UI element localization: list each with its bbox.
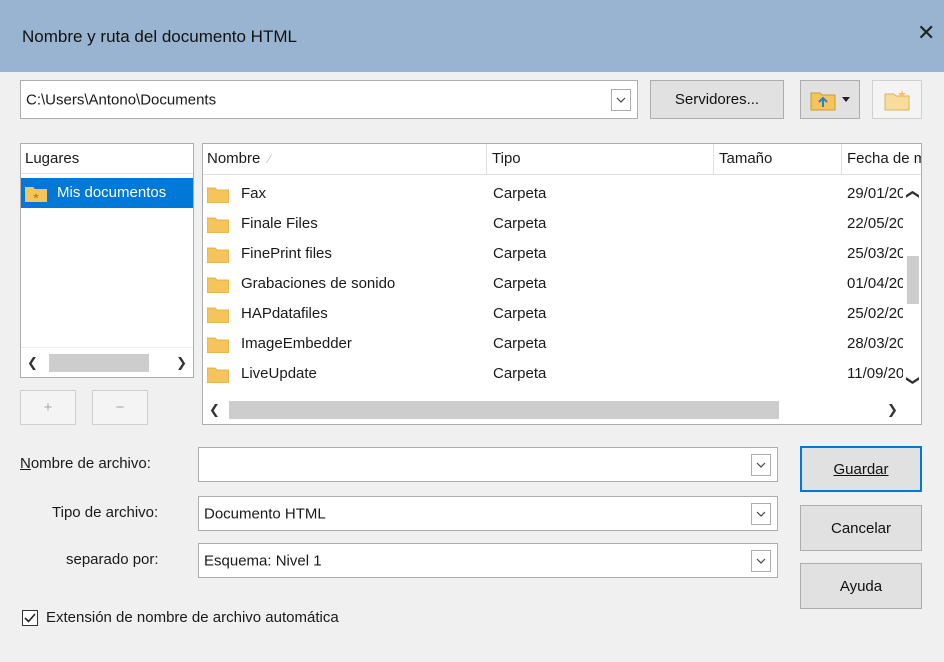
scroll-left-icon[interactable]: ❮ bbox=[27, 356, 38, 369]
scroll-right-icon[interactable]: ❯ bbox=[176, 356, 187, 369]
path-combobox[interactable]: C:\Users\Antono\Documents bbox=[20, 80, 638, 119]
scroll-up-icon[interactable]: ❮ bbox=[906, 189, 921, 200]
path-input[interactable]: C:\Users\Antono\Documents bbox=[26, 91, 216, 108]
places-panel: Lugares Mis documentos ❮ ❯ bbox=[20, 143, 194, 378]
file-type: Carpeta bbox=[493, 215, 547, 232]
file-row[interactable]: ImageEmbedder Carpeta 28/03/2019 bbox=[203, 329, 903, 359]
remove-icon: − bbox=[115, 399, 125, 416]
folder-icon bbox=[207, 307, 229, 323]
filename-combobox[interactable] bbox=[198, 447, 778, 482]
file-row[interactable]: Grabaciones de sonido Carpeta 01/04/2019 bbox=[203, 269, 903, 299]
files-panel: Nombre ⁄ Tipo Tamaño Fecha de modificaci… bbox=[202, 143, 922, 425]
remove-place-button[interactable]: − bbox=[92, 390, 148, 425]
files-vscrollbar[interactable]: ❮ ❯ bbox=[903, 178, 921, 396]
add-icon: + bbox=[43, 399, 53, 416]
file-date: 29/01/2019 bbox=[847, 185, 903, 202]
checkmark-icon bbox=[24, 613, 36, 623]
auto-extension-checkbox[interactable] bbox=[22, 610, 38, 626]
help-button[interactable]: Ayuda bbox=[800, 563, 922, 609]
servers-button-label: Servidores... bbox=[674, 91, 760, 108]
files-header: Nombre ⁄ Tipo Tamaño Fecha de modificaci… bbox=[203, 144, 921, 175]
places-hscrollbar[interactable]: ❮ ❯ bbox=[21, 347, 193, 377]
scroll-thumb[interactable] bbox=[49, 354, 149, 372]
chevron-down-icon[interactable] bbox=[611, 88, 631, 111]
file-date: 11/09/2019 bbox=[847, 365, 903, 382]
file-date: 28/03/2019 bbox=[847, 335, 903, 352]
column-size[interactable]: Tamaño bbox=[715, 144, 842, 174]
folder-icon bbox=[207, 337, 229, 353]
folder-icon bbox=[207, 217, 229, 233]
documents-folder-icon bbox=[25, 187, 47, 202]
column-type[interactable]: Tipo bbox=[488, 144, 714, 174]
up-folder-button[interactable] bbox=[800, 80, 860, 119]
scroll-left-icon[interactable]: ❮ bbox=[209, 403, 220, 416]
cancel-button[interactable]: Cancelar bbox=[800, 505, 922, 551]
file-row[interactable]: HAPdatafiles Carpeta 25/02/2019 bbox=[203, 299, 903, 329]
servers-button[interactable]: Servidores... bbox=[650, 80, 784, 119]
column-date[interactable]: Fecha de modificación bbox=[843, 144, 921, 174]
new-folder-icon bbox=[884, 89, 910, 110]
file-name: Fax bbox=[241, 185, 267, 202]
file-name: ImageEmbedder bbox=[241, 335, 352, 352]
save-button[interactable]: Guardar bbox=[800, 446, 922, 492]
file-type: Carpeta bbox=[493, 305, 547, 322]
scroll-thumb[interactable] bbox=[229, 401, 779, 419]
filetype-select[interactable]: Documento HTML bbox=[198, 496, 778, 531]
file-name: HAPdatafiles bbox=[241, 305, 328, 322]
places-item-label: Mis documentos bbox=[57, 184, 167, 201]
save-button-label: Guardar bbox=[833, 460, 889, 478]
chevron-down-icon[interactable] bbox=[751, 453, 771, 476]
folder-up-icon bbox=[810, 92, 836, 110]
file-type: Carpeta bbox=[493, 365, 547, 382]
add-place-button[interactable]: + bbox=[20, 390, 76, 425]
places-header: Lugares bbox=[21, 144, 193, 174]
file-name: FinePrint files bbox=[241, 245, 332, 262]
file-row[interactable]: LiveUpdate Carpeta 11/09/2019 bbox=[203, 359, 903, 389]
file-type: Carpeta bbox=[493, 335, 547, 352]
file-type: Carpeta bbox=[493, 245, 547, 262]
filename-label: Nombre de archivo: bbox=[20, 455, 151, 472]
help-button-label: Ayuda bbox=[839, 577, 883, 595]
file-name: Finale Files bbox=[241, 215, 318, 232]
file-date: 01/04/2019 bbox=[847, 275, 903, 292]
filetype-value: Documento HTML bbox=[204, 505, 326, 522]
sort-indicator-icon: ⁄ bbox=[268, 152, 271, 166]
folder-icon bbox=[207, 187, 229, 203]
places-item-mis-documentos[interactable]: Mis documentos bbox=[21, 178, 193, 208]
folder-icon bbox=[207, 367, 229, 383]
file-type: Carpeta bbox=[493, 185, 547, 202]
close-icon[interactable]: ✕ bbox=[917, 22, 935, 44]
file-row[interactable]: FinePrint files Carpeta 25/03/2019 bbox=[203, 239, 903, 269]
file-row[interactable]: Fax Carpeta 29/01/2019 bbox=[203, 179, 903, 209]
new-folder-button[interactable] bbox=[872, 80, 922, 119]
window-title: Nombre y ruta del documento HTML bbox=[22, 27, 297, 46]
file-row[interactable]: Finale Files Carpeta 22/05/2019 bbox=[203, 209, 903, 239]
file-name: Grabaciones de sonido bbox=[241, 275, 396, 292]
folder-icon bbox=[207, 277, 229, 293]
file-date: 25/02/2019 bbox=[847, 305, 903, 322]
chevron-down-icon[interactable] bbox=[751, 549, 771, 572]
folder-icon bbox=[207, 247, 229, 263]
cancel-button-label: Cancelar bbox=[830, 519, 892, 537]
auto-extension-label[interactable]: Extensión de nombre de archivo automátic… bbox=[46, 609, 339, 626]
scroll-down-icon[interactable]: ❯ bbox=[906, 375, 921, 386]
file-date: 25/03/2019 bbox=[847, 245, 903, 262]
scroll-thumb[interactable] bbox=[907, 256, 919, 304]
separated-value: Esquema: Nivel 1 bbox=[204, 552, 322, 569]
file-list: Fax Carpeta 29/01/2019 Finale Files Carpeta 2… bbox=[203, 179, 903, 395]
files-hscrollbar[interactable]: ❮ ❯ bbox=[203, 396, 921, 424]
file-type: Carpeta bbox=[493, 275, 547, 292]
file-name: LiveUpdate bbox=[241, 365, 317, 382]
chevron-down-icon[interactable] bbox=[751, 502, 771, 525]
separated-label: separado por: bbox=[66, 551, 159, 568]
column-name[interactable]: Nombre ⁄ bbox=[203, 144, 487, 174]
file-date: 22/05/2019 bbox=[847, 215, 903, 232]
separated-select[interactable]: Esquema: Nivel 1 bbox=[198, 543, 778, 578]
scroll-right-icon[interactable]: ❯ bbox=[887, 403, 898, 416]
filetype-label: Tipo de archivo: bbox=[52, 504, 159, 521]
caret-down-icon bbox=[842, 97, 850, 102]
